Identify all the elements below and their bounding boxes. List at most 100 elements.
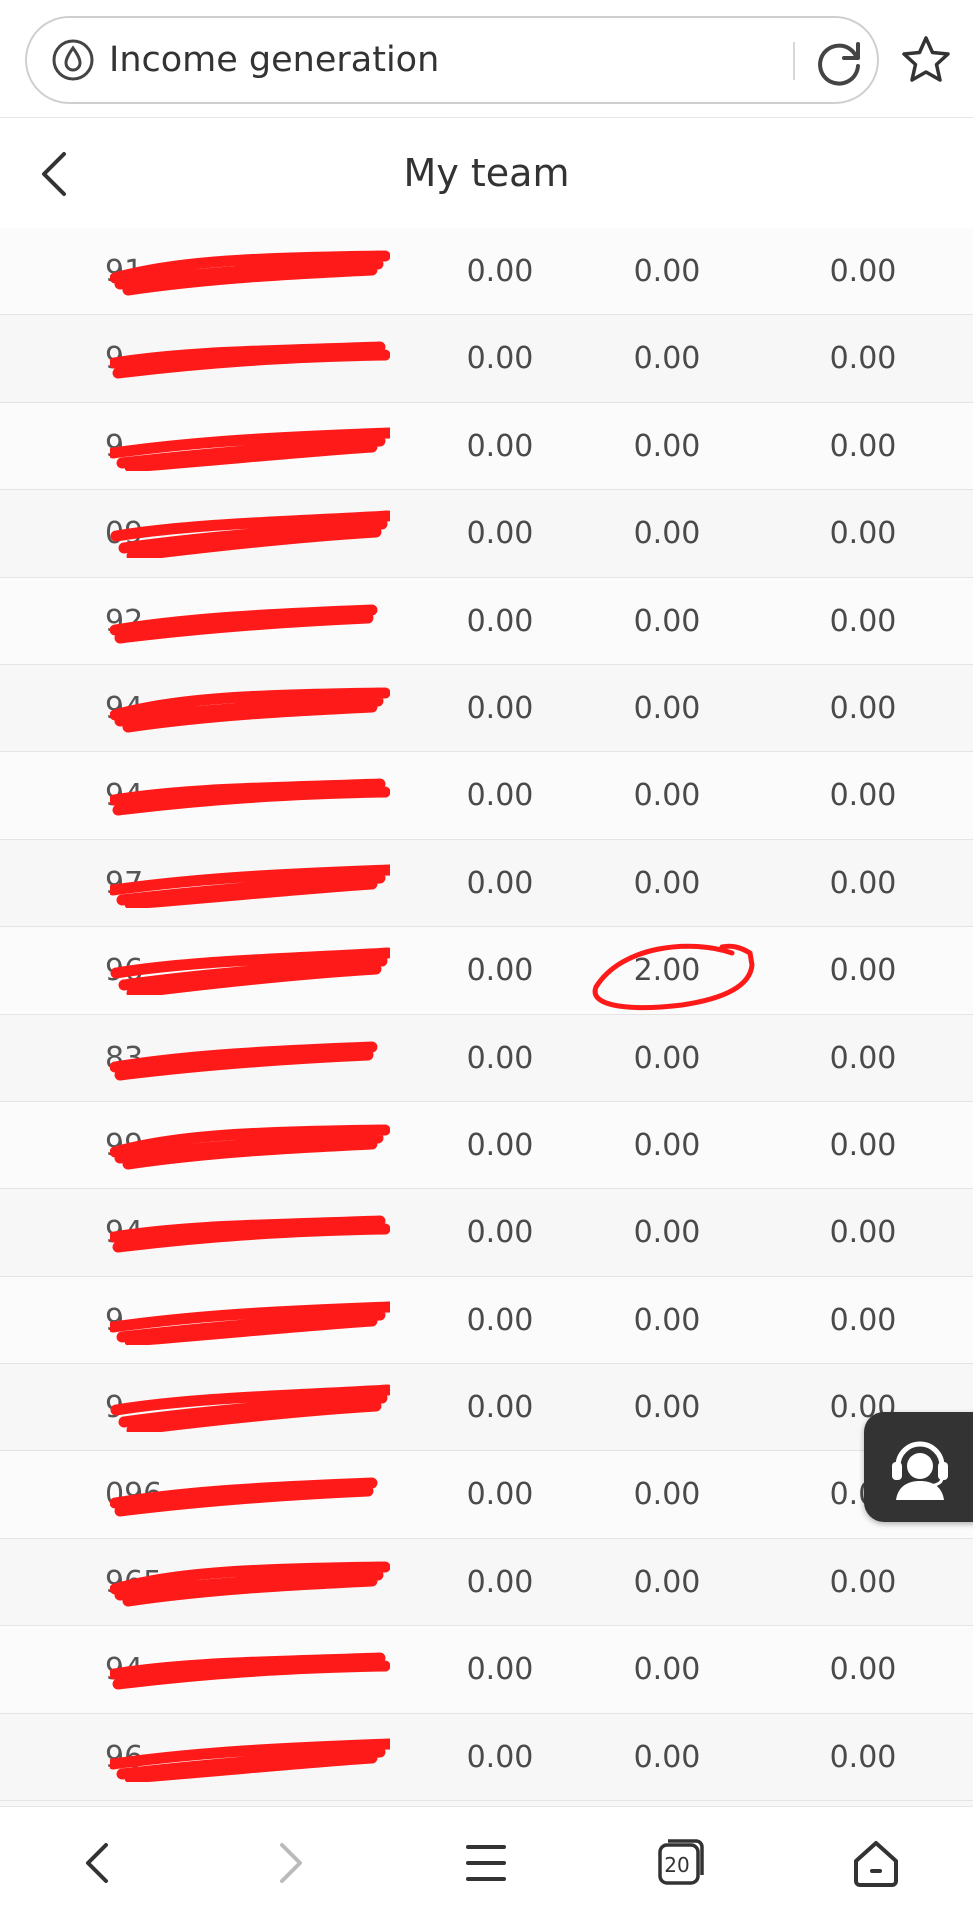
value-cell-1: 0.00	[466, 690, 534, 726]
member-phone: 09	[105, 516, 144, 552]
value-cell-2: 0.00	[633, 1477, 701, 1513]
table-row: 94 0.00 0.00 0.00	[0, 1626, 973, 1714]
value-cell-1: 0.00	[466, 1302, 534, 1338]
value-cell-3: 0.00	[829, 953, 897, 989]
member-phone: 96	[105, 1739, 144, 1775]
value-cell-2: 0.00	[633, 603, 701, 639]
address-text: Income generation	[109, 40, 440, 80]
value-cell-2: 2.00	[633, 953, 701, 989]
value-cell-1: 0.00	[466, 1652, 534, 1688]
value-cell-2: 0.00	[633, 1564, 701, 1600]
member-phone: 9	[105, 428, 125, 464]
tab-count: 20	[664, 1853, 690, 1877]
value-cell-2: 0.00	[633, 1302, 701, 1338]
value-cell-3: 0.00	[829, 1215, 897, 1251]
table-row: 9 0.00 0.00 0.00	[0, 402, 973, 491]
chevron-right-icon[interactable]	[262, 1835, 318, 1891]
table-row: 94 0.00 0.00 0.00	[0, 664, 973, 753]
value-cell-3: 0.00	[829, 865, 897, 901]
table-row: 83 0.00 0.00 0.00	[0, 1014, 973, 1102]
value-cell-3: 0.00	[829, 428, 897, 464]
chevron-left-icon[interactable]	[70, 1835, 126, 1891]
menu-icon[interactable]	[458, 1835, 514, 1891]
value-cell-3: 0.00	[829, 1739, 897, 1775]
table-row: 965 0.00 0.00 0.00	[0, 1538, 973, 1627]
table-row: 096 0.00 0.00 0.00	[0, 1451, 973, 1539]
value-cell-3: 0.00	[829, 254, 897, 289]
member-phone: 92	[105, 603, 144, 639]
address-bar[interactable]: Income generation	[25, 16, 879, 104]
value-cell-1: 0.00	[466, 778, 534, 814]
member-phone: 97	[105, 865, 144, 901]
customer-service-icon	[892, 1441, 948, 1500]
member-phone: 94	[105, 778, 144, 814]
value-cell-2: 0.00	[633, 1739, 701, 1775]
screen: Income generation My team 91 0.00 0.00 0.00…	[0, 0, 973, 1920]
member-phone: 83	[105, 1040, 144, 1076]
value-cell-2: 0.00	[633, 1127, 701, 1163]
team-list: 91 0.00 0.00 0.00 9 0.00 0.00 0.00 9 0.00 0.00 0.00…	[0, 228, 973, 1802]
value-cell-2: 0.00	[633, 516, 701, 552]
member-phone: 965	[105, 1564, 163, 1600]
water-drop-icon	[52, 39, 94, 81]
page-title: My team	[403, 151, 570, 195]
table-row: 92 0.00 0.00 0.00	[0, 577, 973, 665]
value-cell-3: 0.00	[829, 1564, 897, 1600]
value-cell-1: 0.00	[466, 865, 534, 901]
value-cell-2: 0.00	[633, 341, 701, 377]
member-phone: 94	[105, 690, 144, 726]
value-cell-2: 0.00	[633, 1652, 701, 1688]
browser-bottom-nav: 20	[0, 1806, 973, 1920]
value-cell-1: 0.00	[466, 1215, 534, 1251]
address-divider	[793, 42, 795, 80]
member-phone: 096	[105, 1477, 163, 1513]
member-phone: 9	[105, 1302, 125, 1338]
table-row: 91 0.00 0.00 0.00	[0, 228, 973, 316]
value-cell-1: 0.00	[466, 516, 534, 552]
star-icon[interactable]	[900, 34, 952, 86]
value-cell-1: 0.00	[466, 1040, 534, 1076]
member-phone: 94	[105, 1652, 144, 1688]
value-cell-1: 0.00	[466, 603, 534, 639]
value-cell-2: 0.00	[633, 690, 701, 726]
member-phone: 9	[105, 1390, 125, 1426]
member-phone: 9	[105, 341, 125, 377]
app-header: My team	[0, 118, 973, 228]
reload-icon[interactable]	[812, 36, 866, 90]
table-row: 96 0.00 0.00 0.00	[0, 1713, 973, 1802]
browser-toolbar: Income generation	[0, 0, 973, 118]
value-cell-2: 0.00	[633, 1390, 701, 1426]
support-button[interactable]	[864, 1412, 973, 1522]
value-cell-3: 0.00	[829, 603, 897, 639]
value-cell-1: 0.00	[466, 1564, 534, 1600]
tabs-button[interactable]: 20	[652, 1835, 708, 1891]
value-cell-2: 0.00	[633, 428, 701, 464]
value-cell-1: 0.00	[466, 1477, 534, 1513]
table-row: 94 0.00 0.00 0.00	[0, 1189, 973, 1277]
value-cell-2: 0.00	[633, 865, 701, 901]
value-cell-1: 0.00	[466, 341, 534, 377]
value-cell-3: 0.00	[829, 1302, 897, 1338]
value-cell-1: 0.00	[466, 1127, 534, 1163]
value-cell-1: 0.00	[466, 1390, 534, 1426]
value-cell-2: 0.00	[633, 1215, 701, 1251]
table-row: 96 0.00 2.00 0.00	[0, 927, 973, 1015]
table-row: 9 0.00 0.00 0.00	[0, 1364, 973, 1452]
table-row: 97 0.00 0.00 0.00	[0, 839, 973, 928]
member-phone: 96	[105, 953, 144, 989]
value-cell-3: 0.00	[829, 690, 897, 726]
table-row: 9 0.00 0.00 0.00	[0, 1276, 973, 1365]
value-cell-1: 0.00	[466, 953, 534, 989]
value-cell-2: 0.00	[633, 254, 701, 289]
value-cell-1: 0.00	[466, 1739, 534, 1775]
value-cell-3: 0.00	[829, 1127, 897, 1163]
member-phone: 99	[105, 1127, 144, 1163]
table-row: 94 0.00 0.00 0.00	[0, 752, 973, 840]
table-row: 09 0.00 0.00 0.00	[0, 490, 973, 578]
value-cell-1: 0.00	[466, 428, 534, 464]
home-icon[interactable]	[848, 1835, 904, 1891]
value-cell-3: 0.00	[829, 341, 897, 377]
value-cell-2: 0.00	[633, 778, 701, 814]
member-phone: 91	[105, 254, 144, 289]
value-cell-3: 0.00	[829, 1040, 897, 1076]
